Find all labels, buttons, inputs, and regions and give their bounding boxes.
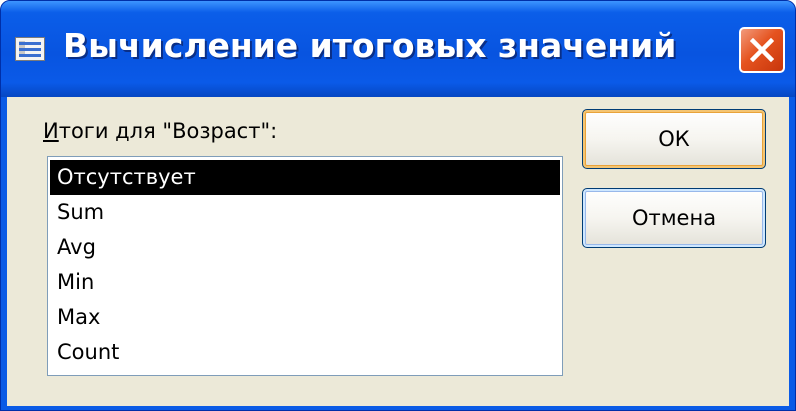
- dialog-body: Итоги для "Возраст": Отсутствует Sum Avg…: [7, 97, 789, 406]
- cancel-button[interactable]: Отмена: [582, 188, 766, 248]
- list-item-count[interactable]: Count: [50, 335, 560, 370]
- title-bar[interactable]: Вычисление итоговых значений: [1, 1, 795, 97]
- close-button[interactable]: [739, 27, 785, 73]
- form-window-icon: [15, 37, 45, 61]
- totals-listbox[interactable]: Отсутствует Sum Avg Min Max Count: [47, 156, 563, 376]
- list-item-max[interactable]: Max: [50, 300, 560, 335]
- list-item-min[interactable]: Min: [50, 265, 560, 300]
- label-text: тоги для "Возраст":: [58, 119, 278, 143]
- label-access-key: И: [43, 119, 59, 143]
- ok-button[interactable]: ОК: [582, 109, 766, 169]
- window-title: Вычисление итоговых значений: [63, 26, 677, 65]
- list-item-avg[interactable]: Avg: [50, 230, 560, 265]
- dialog-window: Вычисление итоговых значений Итоги для "…: [0, 0, 796, 411]
- list-item-none[interactable]: Отсутствует: [50, 160, 560, 195]
- totals-list-label: Итоги для "Возраст":: [43, 119, 277, 143]
- list-item-sum[interactable]: Sum: [50, 195, 560, 230]
- close-x-icon: [750, 38, 774, 62]
